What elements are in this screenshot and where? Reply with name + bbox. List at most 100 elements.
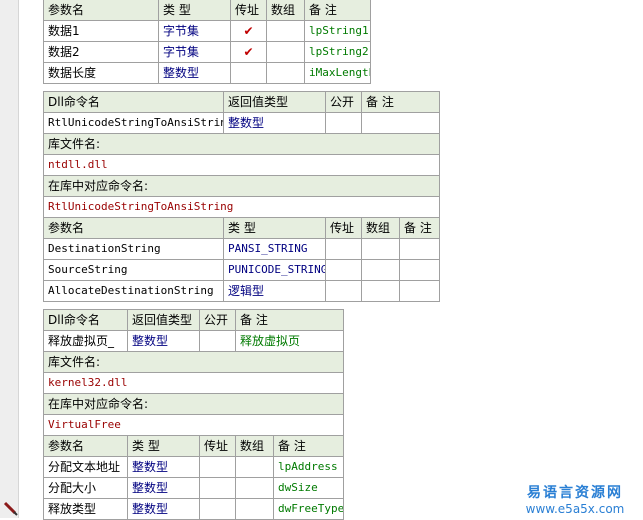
param-note-cell[interactable]: lpString1 <box>304 20 371 42</box>
table-row[interactable]: DestinationString PANSI_STRING <box>43 238 441 260</box>
param-type-cell[interactable]: 整数型 <box>127 477 200 499</box>
dll-command-table-2: Dll命令名 返回值类型 公开 备 注 释放虚拟页_ 整数型 释放虚拟页 库文件… <box>42 309 345 520</box>
param-array-cell[interactable] <box>235 456 274 478</box>
col-header-array: 数组 <box>235 435 274 457</box>
dll-info-row[interactable]: 释放虚拟页_ 整数型 释放虚拟页 <box>43 330 345 352</box>
pen-icon <box>3 501 18 516</box>
param-note-cell[interactable]: dwSize <box>272 477 345 499</box>
param-byref-cell[interactable] <box>199 477 236 499</box>
col-header-note: 备 注 <box>234 309 345 331</box>
lib-value-row[interactable]: ntdll.dll <box>42 154 441 176</box>
col-header-type: 类 型 <box>158 0 231 21</box>
lib-label-row: 库文件名: <box>42 133 441 155</box>
param-array-cell[interactable] <box>266 20 305 42</box>
dll-info-row[interactable]: RtlUnicodeStringToAnsiString 整数型 <box>43 112 441 134</box>
table-row[interactable]: 数据长度 整数型 iMaxLength <box>43 62 371 84</box>
param-type-cell[interactable]: 逻辑型 <box>223 280 326 302</box>
param-name-cell[interactable]: 释放类型 <box>43 498 128 520</box>
param-name-cell[interactable]: 分配大小 <box>43 477 128 499</box>
param-array-cell[interactable] <box>235 477 274 499</box>
param-name-cell[interactable]: DestinationString <box>43 238 224 260</box>
table-row[interactable]: 释放类型 整数型 dwFreeType <box>43 498 345 520</box>
col-header-param-name: 参数名 <box>43 217 224 239</box>
param-note-cell[interactable] <box>398 238 441 260</box>
param-note-cell[interactable] <box>398 259 441 281</box>
param-type-cell[interactable]: 整数型 <box>127 498 200 520</box>
param-note-cell[interactable]: iMaxLength <box>304 62 371 84</box>
table-row[interactable]: 数据2 字节集 ✔ lpString2 <box>43 41 371 63</box>
byref-check-icon[interactable]: ✔ <box>230 41 267 63</box>
param-note-cell[interactable]: lpAddress <box>272 456 345 478</box>
lib-file-value[interactable]: kernel32.dll <box>42 372 345 394</box>
param-name-cell[interactable]: SourceString <box>43 259 224 281</box>
dll-return-type-cell[interactable]: 整数型 <box>127 330 200 352</box>
param-type-cell[interactable]: 字节集 <box>158 20 231 42</box>
param-byref-cell[interactable] <box>325 238 362 260</box>
col-header-note: 备 注 <box>304 0 371 21</box>
dll-note-cell[interactable]: 释放虚拟页 <box>234 330 345 352</box>
param-name-cell[interactable]: 数据1 <box>43 20 159 42</box>
dll-param-header-row: 参数名 类 型 传址 数组 备 注 <box>43 217 441 239</box>
param-type-cell[interactable]: 整数型 <box>158 62 231 84</box>
params-header-row: 参数名 类 型 传址 数组 备 注 <box>43 0 371 21</box>
col-header-type: 类 型 <box>127 435 200 457</box>
param-name-cell[interactable]: 分配文本地址 <box>43 456 128 478</box>
param-name-cell[interactable]: 数据2 <box>43 41 159 63</box>
entry-value-row[interactable]: RtlUnicodeStringToAnsiString <box>42 196 441 218</box>
col-header-note: 备 注 <box>272 435 345 457</box>
col-header-array: 数组 <box>266 0 305 21</box>
col-header-byref: 传址 <box>325 217 362 239</box>
col-header-return-type: 返回值类型 <box>223 91 326 113</box>
param-array-cell[interactable] <box>266 62 305 84</box>
dll-param-header-row: 参数名 类 型 传址 数组 备 注 <box>43 435 345 457</box>
dll-public-cell[interactable] <box>325 112 362 134</box>
col-header-return-type: 返回值类型 <box>127 309 200 331</box>
param-byref-cell[interactable] <box>325 280 362 302</box>
byref-check-icon[interactable] <box>230 62 267 84</box>
entry-name-value[interactable]: VirtualFree <box>42 414 345 436</box>
dll-public-cell[interactable] <box>199 330 236 352</box>
param-array-cell[interactable] <box>235 498 274 520</box>
table-row[interactable]: 数据1 字节集 ✔ lpString1 <box>43 20 371 42</box>
param-note-cell[interactable]: lpString2 <box>304 41 371 63</box>
byref-check-icon[interactable]: ✔ <box>230 20 267 42</box>
dll-return-type-cell[interactable]: 整数型 <box>223 112 326 134</box>
table-row[interactable]: 分配大小 整数型 dwSize <box>43 477 345 499</box>
param-note-cell[interactable]: dwFreeType <box>272 498 345 520</box>
param-type-cell[interactable]: PUNICODE_STRING <box>223 259 326 281</box>
param-byref-cell[interactable] <box>199 456 236 478</box>
table-row[interactable]: AllocateDestinationString 逻辑型 <box>43 280 441 302</box>
params-table: 参数名 类 型 传址 数组 备 注 数据1 字节集 ✔ lpString1 数据… <box>43 0 371 84</box>
table-row[interactable]: 分配文本地址 整数型 lpAddress <box>43 456 345 478</box>
table-row[interactable]: SourceString PUNICODE_STRING <box>43 259 441 281</box>
entry-name-label: 在库中对应命令名: <box>42 175 441 197</box>
param-byref-cell[interactable] <box>325 259 362 281</box>
watermark-title: 易语言资源网 <box>527 485 623 501</box>
param-array-cell[interactable] <box>266 41 305 63</box>
entry-name-label: 在库中对应命令名: <box>42 393 345 415</box>
param-type-cell[interactable]: PANSI_STRING <box>223 238 326 260</box>
entry-name-value[interactable]: RtlUnicodeStringToAnsiString <box>42 196 441 218</box>
lib-value-row[interactable]: kernel32.dll <box>42 372 345 394</box>
param-array-cell[interactable] <box>361 280 400 302</box>
dll-name-cell[interactable]: 释放虚拟页_ <box>43 330 128 352</box>
param-name-cell[interactable]: 数据长度 <box>43 62 159 84</box>
col-header-public: 公开 <box>325 91 362 113</box>
col-header-dll-name: Dll命令名 <box>43 309 128 331</box>
col-header-note: 备 注 <box>398 217 441 239</box>
entry-value-row[interactable]: VirtualFree <box>42 414 345 436</box>
param-type-cell[interactable]: 整数型 <box>127 456 200 478</box>
param-name-cell[interactable]: AllocateDestinationString <box>43 280 224 302</box>
dll-name-cell[interactable]: RtlUnicodeStringToAnsiString <box>43 112 224 134</box>
param-note-cell[interactable] <box>398 280 441 302</box>
editor-gutter <box>0 0 19 518</box>
param-array-cell[interactable] <box>361 238 400 260</box>
col-header-byref: 传址 <box>230 0 267 21</box>
dll-note-cell[interactable] <box>360 112 441 134</box>
param-byref-cell[interactable] <box>199 498 236 520</box>
param-array-cell[interactable] <box>361 259 400 281</box>
lib-file-value[interactable]: ntdll.dll <box>42 154 441 176</box>
col-header-param-name: 参数名 <box>43 0 159 21</box>
lib-file-label: 库文件名: <box>42 133 441 155</box>
param-type-cell[interactable]: 字节集 <box>158 41 231 63</box>
